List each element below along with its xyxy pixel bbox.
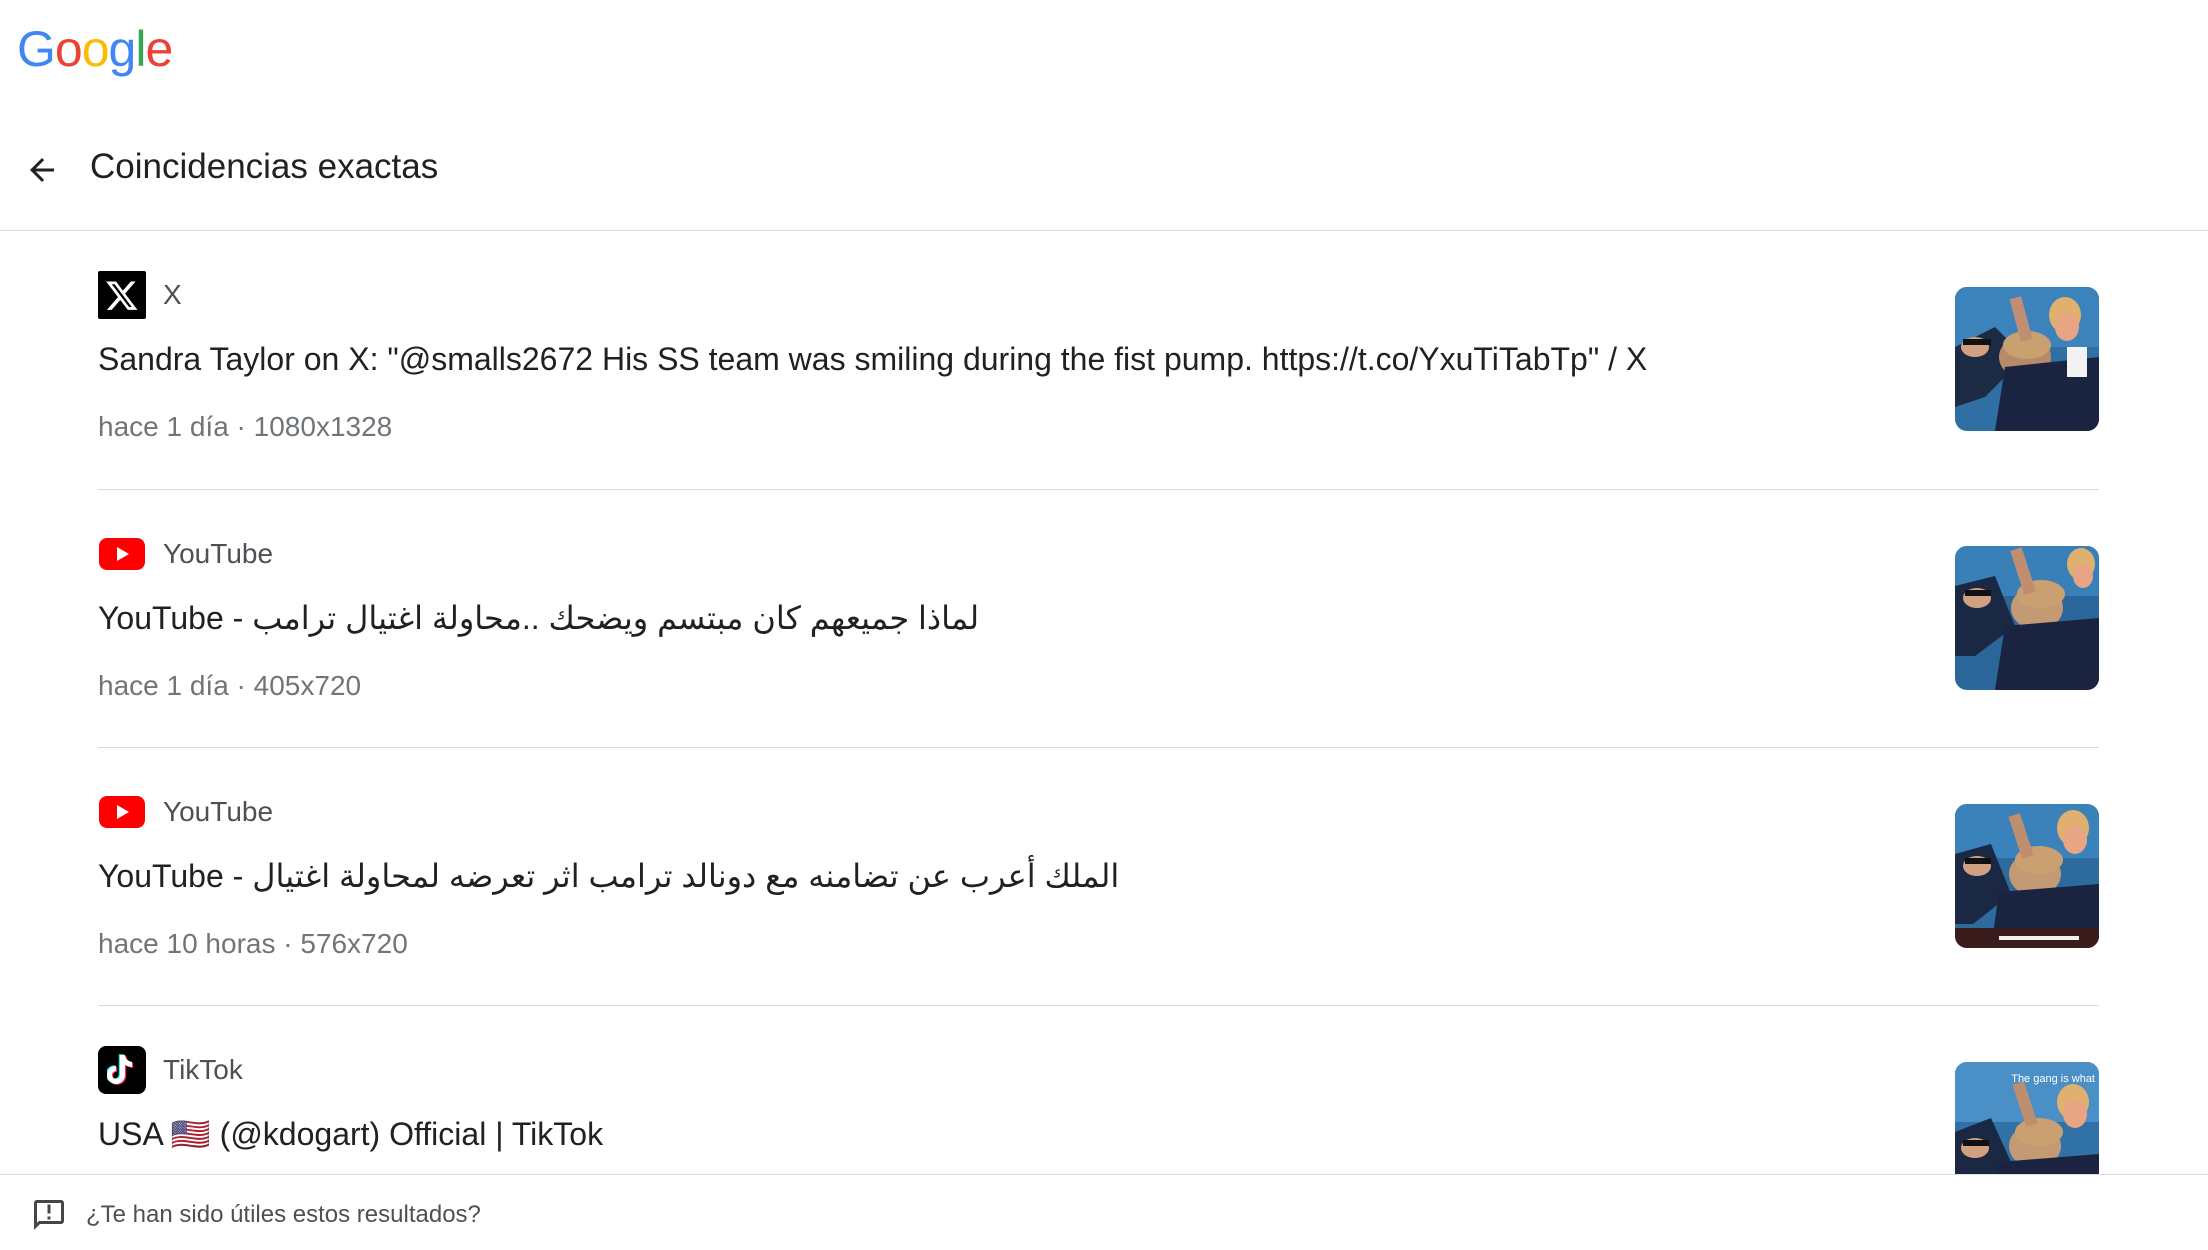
result-title-link[interactable]: Sandra Taylor on X: "@smalls2672 His SS … xyxy=(98,337,1647,381)
logo-letter: G xyxy=(17,21,56,77)
tiktok-logo-icon xyxy=(98,1046,146,1094)
feedback-icon[interactable] xyxy=(31,1197,67,1233)
result-source[interactable]: X xyxy=(98,271,182,319)
x-logo-icon xyxy=(98,271,146,319)
logo-letter: o xyxy=(81,21,110,77)
title-prefix: YouTube - xyxy=(98,600,253,636)
logo-letter: o xyxy=(54,21,83,77)
result-thumbnail[interactable] xyxy=(1955,804,2099,948)
page-title: Coincidencias exactas xyxy=(90,147,439,186)
source-name: TikTok xyxy=(163,1054,243,1085)
title-rtl-text: لماذا جميعهم كان مبتسم ويضحك ..محاولة اغ… xyxy=(252,600,980,636)
feedback-bar: ¿Te han sido útiles estos resultados? xyxy=(0,1174,2208,1250)
source-name: YouTube xyxy=(163,538,274,569)
results-list: X Sandra Taylor on X: "@smalls2672 His S… xyxy=(0,231,2208,1250)
youtube-logo-icon xyxy=(98,788,146,836)
result-source[interactable]: YouTube xyxy=(98,788,273,836)
result-thumbnail[interactable] xyxy=(1955,287,2099,431)
result-title-link[interactable]: USA 🇺🇸 (@kdogart) Official | TikTok xyxy=(98,1112,603,1156)
google-logo[interactable]: Google xyxy=(17,14,173,84)
feedback-prompt[interactable]: ¿Te han sido útiles estos resultados? xyxy=(86,1199,481,1231)
result-source[interactable]: YouTube xyxy=(98,530,273,578)
result-thumbnail[interactable] xyxy=(1955,546,2099,690)
result-item: YouTube YouTube - لماذا جميعهم كان مبتسم… xyxy=(98,489,2099,747)
page: Google Coincidencias exactas X Sandra Ta… xyxy=(0,0,2208,1250)
logo-letter: g xyxy=(108,21,137,77)
youtube-logo-icon xyxy=(98,530,146,578)
result-meta: hace 10 horas · 576x720 xyxy=(98,928,408,959)
source-name: X xyxy=(163,279,182,310)
result-meta: hace 1 día · 405x720 xyxy=(98,670,362,701)
result-item: YouTube YouTube - الملك أعرب عن تضامنه م… xyxy=(98,747,2099,1005)
results-header: Coincidencias exactas xyxy=(0,122,2208,231)
title-rtl-text: الملك أعرب عن تضامنه مع دونالد ترامب اثر… xyxy=(252,858,1120,894)
result-meta: hace 1 día · 1080x1328 xyxy=(98,411,393,442)
logo-letter: e xyxy=(145,21,173,77)
result-title-link[interactable]: YouTube - لماذا جميعهم كان مبتسم ويضحك .… xyxy=(98,596,979,640)
source-name: YouTube xyxy=(163,796,274,827)
result-source[interactable]: TikTok xyxy=(98,1046,243,1094)
logo-letter: l xyxy=(135,21,146,77)
thumb-caption: The gang is what xyxy=(2011,1073,2095,1085)
title-prefix: YouTube - xyxy=(98,858,253,894)
back-button[interactable] xyxy=(18,146,66,194)
result-item: X Sandra Taylor on X: "@smalls2672 His S… xyxy=(98,231,2099,489)
result-title-link[interactable]: YouTube - الملك أعرب عن تضامنه مع دونالد… xyxy=(98,854,1119,898)
arrow-back-icon xyxy=(30,158,54,182)
